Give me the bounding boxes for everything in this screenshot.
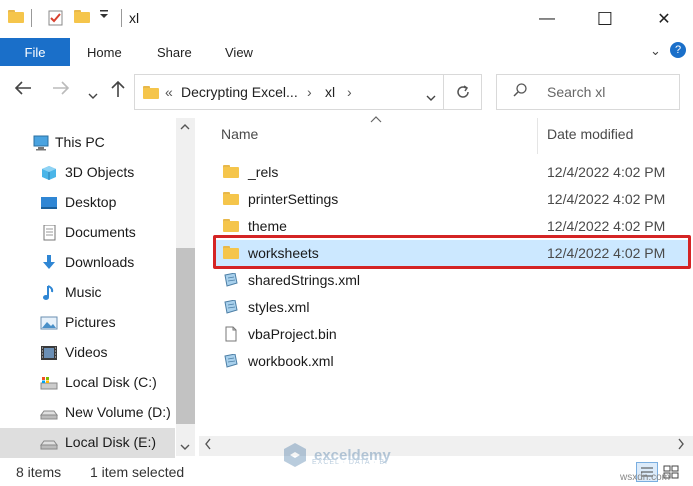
horizontal-scrollbar[interactable] [199,436,693,456]
documents-icon [43,225,56,241]
sort-ascending-icon [370,112,382,126]
pictures-icon [40,316,58,330]
xml-file-icon [224,300,238,314]
recent-locations-icon[interactable] [88,84,98,105]
search-input[interactable]: Search xl [496,74,680,110]
search-placeholder: Search xl [547,84,606,100]
address-dropdown-icon[interactable] [426,89,436,105]
nav-item-desktop[interactable]: Desktop [0,188,175,218]
breadcrumb-segment[interactable]: xl [325,84,335,100]
nav-item-new-volume-d[interactable]: New Volume (D:) [0,398,175,428]
column-header-name[interactable]: Name [221,126,258,142]
file-date: 12/4/2022 4:02 PM [547,164,666,180]
customize-toolbar-icon[interactable] [99,8,109,20]
properties-icon[interactable] [48,10,63,26]
music-icon [43,285,54,300]
divider [31,9,32,27]
highlight-box [213,235,691,269]
file-name: vbaProject.bin [248,326,337,342]
file-date: 12/4/2022 4:02 PM [547,218,666,234]
scroll-up-icon[interactable] [180,122,190,134]
file-row[interactable]: vbaProject.bin [215,321,689,348]
address-row: « Decrypting Excel... › xl › Search xl [0,70,693,114]
maximize-button[interactable]: ☐ [576,0,634,38]
3d-objects-icon [42,166,56,180]
column-divider[interactable] [537,118,538,154]
title-bar: xl — ☐ ✕ [0,0,693,38]
scroll-down-icon[interactable] [180,442,190,454]
file-row[interactable]: sharedStrings.xml [215,267,689,294]
site-watermark: wsxdn.com [620,472,671,483]
breadcrumb-segment[interactable]: Decrypting Excel... [181,84,298,100]
file-date: 12/4/2022 4:02 PM [547,191,666,207]
nav-item-downloads[interactable]: Downloads [0,248,175,278]
folder-icon [223,219,239,233]
close-button[interactable]: ✕ [635,0,693,38]
back-icon[interactable] [14,80,32,101]
nav-item-documents[interactable]: Documents [0,218,175,248]
file-row[interactable]: _rels 12/4/2022 4:02 PM [215,159,689,186]
nav-item-pictures[interactable]: Pictures [0,308,175,338]
xml-file-icon [224,273,238,287]
ribbon-collapse-icon[interactable]: ⌄ [650,43,661,59]
file-list: Name Date modified _rels 12/4/2022 4:02 … [199,116,693,456]
window-title: xl [129,10,140,26]
chevron-right-icon[interactable]: › [347,84,352,100]
refresh-icon [456,85,469,98]
file-row[interactable]: printerSettings 12/4/2022 4:02 PM [215,186,689,213]
file-name: _rels [248,164,279,180]
chevron-right-icon[interactable]: › [307,84,312,100]
forward-icon[interactable] [52,80,70,101]
local-disk-c-icon [40,377,58,390]
drive-e-icon [40,440,58,450]
folder-icon [143,86,159,102]
scroll-right-icon[interactable] [677,438,685,453]
tab-share[interactable]: Share [157,45,192,60]
scroll-left-icon[interactable] [204,438,212,453]
file-name: styles.xml [248,299,310,315]
file-name: theme [248,218,287,234]
xml-file-icon [224,354,238,368]
address-bar[interactable]: « Decrypting Excel... › xl › [134,74,444,110]
help-icon[interactable]: ? [670,42,686,58]
desktop-icon [41,197,57,209]
nav-item-videos[interactable]: Videos [0,338,175,368]
item-count: 8 items [16,464,62,480]
nav-item-this-pc[interactable]: This PC [0,128,175,158]
nav-item-3d-objects[interactable]: 3D Objects [0,158,175,188]
bin-file-icon [225,326,237,342]
nav-item-music[interactable]: Music [0,278,175,308]
tab-view[interactable]: View [225,45,253,60]
status-bar: 8 items 1 item selected [0,458,693,486]
file-row[interactable]: styles.xml [215,294,689,321]
refresh-button[interactable] [444,74,482,110]
file-name: workbook.xml [248,353,334,369]
selection-count: 1 item selected [90,464,185,480]
new-folder-icon[interactable] [74,10,90,23]
folder-icon [223,192,239,206]
ribbon-tabs: File Home Share View ⌄ ? [0,38,693,66]
minimize-button[interactable]: — [518,0,576,38]
nav-scrollbar[interactable] [176,118,195,456]
file-name: printerSettings [248,191,339,207]
search-icon [513,83,527,97]
this-pc-icon [33,135,49,151]
nav-item-local-disk-e[interactable]: Local Disk (E:) [0,428,175,458]
file-row[interactable]: workbook.xml [215,348,689,375]
tab-file[interactable]: File [0,38,70,66]
drive-d-icon [40,410,58,420]
overflow-icon[interactable]: « [165,84,173,100]
downloads-icon [43,255,55,269]
up-icon[interactable] [110,80,126,103]
scrollbar-thumb[interactable] [176,248,195,424]
tab-home[interactable]: Home [87,45,122,60]
folder-icon [8,10,24,23]
folder-icon [223,165,239,179]
videos-icon [41,346,57,360]
navigation-pane: This PC 3D Objects Desktop Documents Dow… [0,118,195,458]
divider [121,9,122,27]
column-header-date[interactable]: Date modified [547,126,633,142]
nav-item-local-disk-c[interactable]: Local Disk (C:) [0,368,175,398]
file-name: sharedStrings.xml [248,272,361,288]
